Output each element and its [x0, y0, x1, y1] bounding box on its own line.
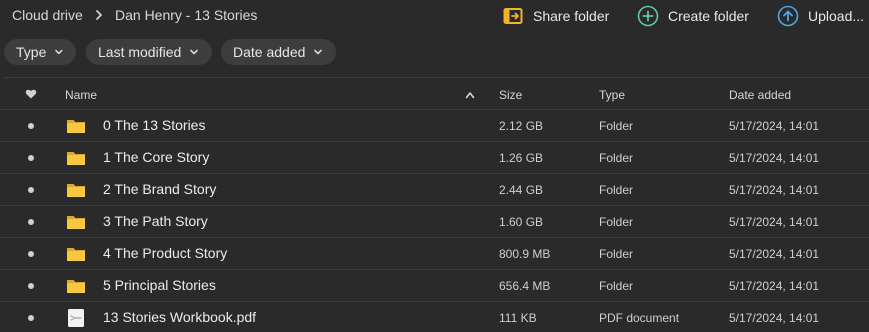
create-folder-button[interactable]: Create folder [637, 4, 749, 28]
sort-ascending-icon[interactable] [465, 91, 475, 99]
file-size: 800.9 MB [499, 247, 551, 261]
row-dot-icon[interactable] [28, 251, 34, 257]
table-header: Name Size Type Date added [0, 78, 869, 110]
upload-arrow-icon [777, 5, 799, 27]
table-row[interactable]: 1 The Core Story 1.26 GB Folder 5/17/2024, … [0, 142, 869, 174]
share-folder-icon [503, 8, 523, 24]
column-header-date-added[interactable]: Date added [729, 88, 791, 102]
date-added-filter-label: Date added [233, 44, 306, 60]
file-name: 3 The Path Story [103, 213, 208, 229]
file-date-added: 5/17/2024, 14:01 [729, 247, 820, 261]
folder-icon [66, 212, 86, 232]
file-type: Folder [599, 183, 634, 197]
table-row[interactable]: 3 The Path Story 1.60 GB Folder 5/17/2024, … [0, 206, 869, 238]
file-type: Folder [599, 119, 634, 133]
last-modified-filter-label: Last modified [98, 44, 182, 60]
type-filter-dropdown[interactable]: Type [4, 39, 76, 65]
file-date-added: 5/17/2024, 14:01 [729, 215, 820, 229]
folder-icon [66, 180, 86, 200]
file-date-added: 5/17/2024, 14:01 [729, 279, 820, 293]
column-header-name[interactable]: Name [65, 88, 97, 102]
chevron-right-icon [96, 10, 102, 20]
pdf-file-icon [66, 308, 86, 328]
file-type: Folder [599, 215, 634, 229]
file-type: PDF document [599, 311, 680, 325]
file-name: 4 The Product Story [103, 245, 228, 261]
date-added-filter-dropdown[interactable]: Date added [221, 39, 336, 65]
plus-circle-icon [637, 5, 659, 27]
row-dot-icon[interactable] [28, 283, 34, 289]
create-folder-label: Create folder [668, 8, 749, 24]
chevron-down-icon [190, 49, 199, 55]
column-header-size[interactable]: Size [499, 88, 522, 102]
chevron-down-icon [55, 49, 63, 55]
row-dot-icon[interactable] [28, 315, 34, 321]
file-type: Folder [599, 151, 634, 165]
file-list: 0 The 13 Stories 2.12 GB Folder 5/17/2024, … [0, 110, 869, 332]
table-row[interactable]: 4 The Product Story 800.9 MB Folder 5/17/20… [0, 238, 869, 270]
folder-icon [66, 116, 86, 136]
file-name: 1 The Core Story [103, 149, 210, 165]
table-row[interactable]: 5 Principal Stories 656.4 MB Folder 5/17/20… [0, 270, 869, 302]
folder-icon [66, 148, 86, 168]
file-name: 5 Principal Stories [103, 277, 216, 293]
file-size: 111 KB [499, 311, 537, 325]
column-header-type[interactable]: Type [599, 88, 625, 102]
last-modified-filter-dropdown[interactable]: Last modified [86, 39, 212, 65]
file-type: Folder [599, 279, 634, 293]
heart-icon[interactable] [25, 88, 37, 100]
share-folder-label: Share folder [533, 8, 610, 24]
table-row[interactable]: 2 The Brand Story 2.44 GB Folder 5/17/2024,… [0, 174, 869, 206]
breadcrumb-current: Dan Henry - 13 Stories [115, 7, 258, 23]
share-folder-button[interactable]: Share folder [502, 4, 609, 28]
row-dot-icon[interactable] [28, 219, 34, 225]
breadcrumb-root[interactable]: Cloud drive [12, 7, 83, 23]
table-row[interactable]: 0 The 13 Stories 2.12 GB Folder 5/17/2024, … [0, 110, 869, 142]
file-name: 0 The 13 Stories [103, 117, 206, 133]
chevron-down-icon [314, 49, 323, 55]
folder-icon [66, 276, 86, 296]
file-size: 2.12 GB [499, 119, 544, 133]
file-date-added: 5/17/2024, 14:01 [729, 119, 820, 133]
folder-icon [66, 244, 86, 264]
row-dot-icon[interactable] [28, 155, 34, 161]
file-type: Folder [599, 247, 634, 261]
table-row[interactable]: 13 Stories Workbook.pdf 111 KB PDF documen… [0, 302, 869, 332]
file-date-added: 5/17/2024, 14:01 [729, 151, 820, 165]
row-dot-icon[interactable] [28, 187, 34, 193]
file-date-added: 5/17/2024, 14:01 [729, 183, 820, 197]
file-size: 656.4 MB [499, 279, 551, 293]
top-bar: Cloud drive Dan Henry - 13 Stories Share… [0, 0, 869, 32]
file-name: 2 The Brand Story [103, 181, 217, 197]
row-dot-icon[interactable] [28, 123, 34, 129]
file-name: 13 Stories Workbook.pdf [103, 309, 257, 325]
upload-label: Upload... [808, 8, 865, 24]
file-date-added: 5/17/2024, 14:01 [729, 311, 820, 325]
file-size: 1.60 GB [499, 215, 544, 229]
upload-button[interactable]: Upload... [777, 4, 864, 28]
type-filter-label: Type [16, 44, 47, 60]
file-size: 1.26 GB [499, 151, 544, 165]
file-size: 2.44 GB [499, 183, 544, 197]
